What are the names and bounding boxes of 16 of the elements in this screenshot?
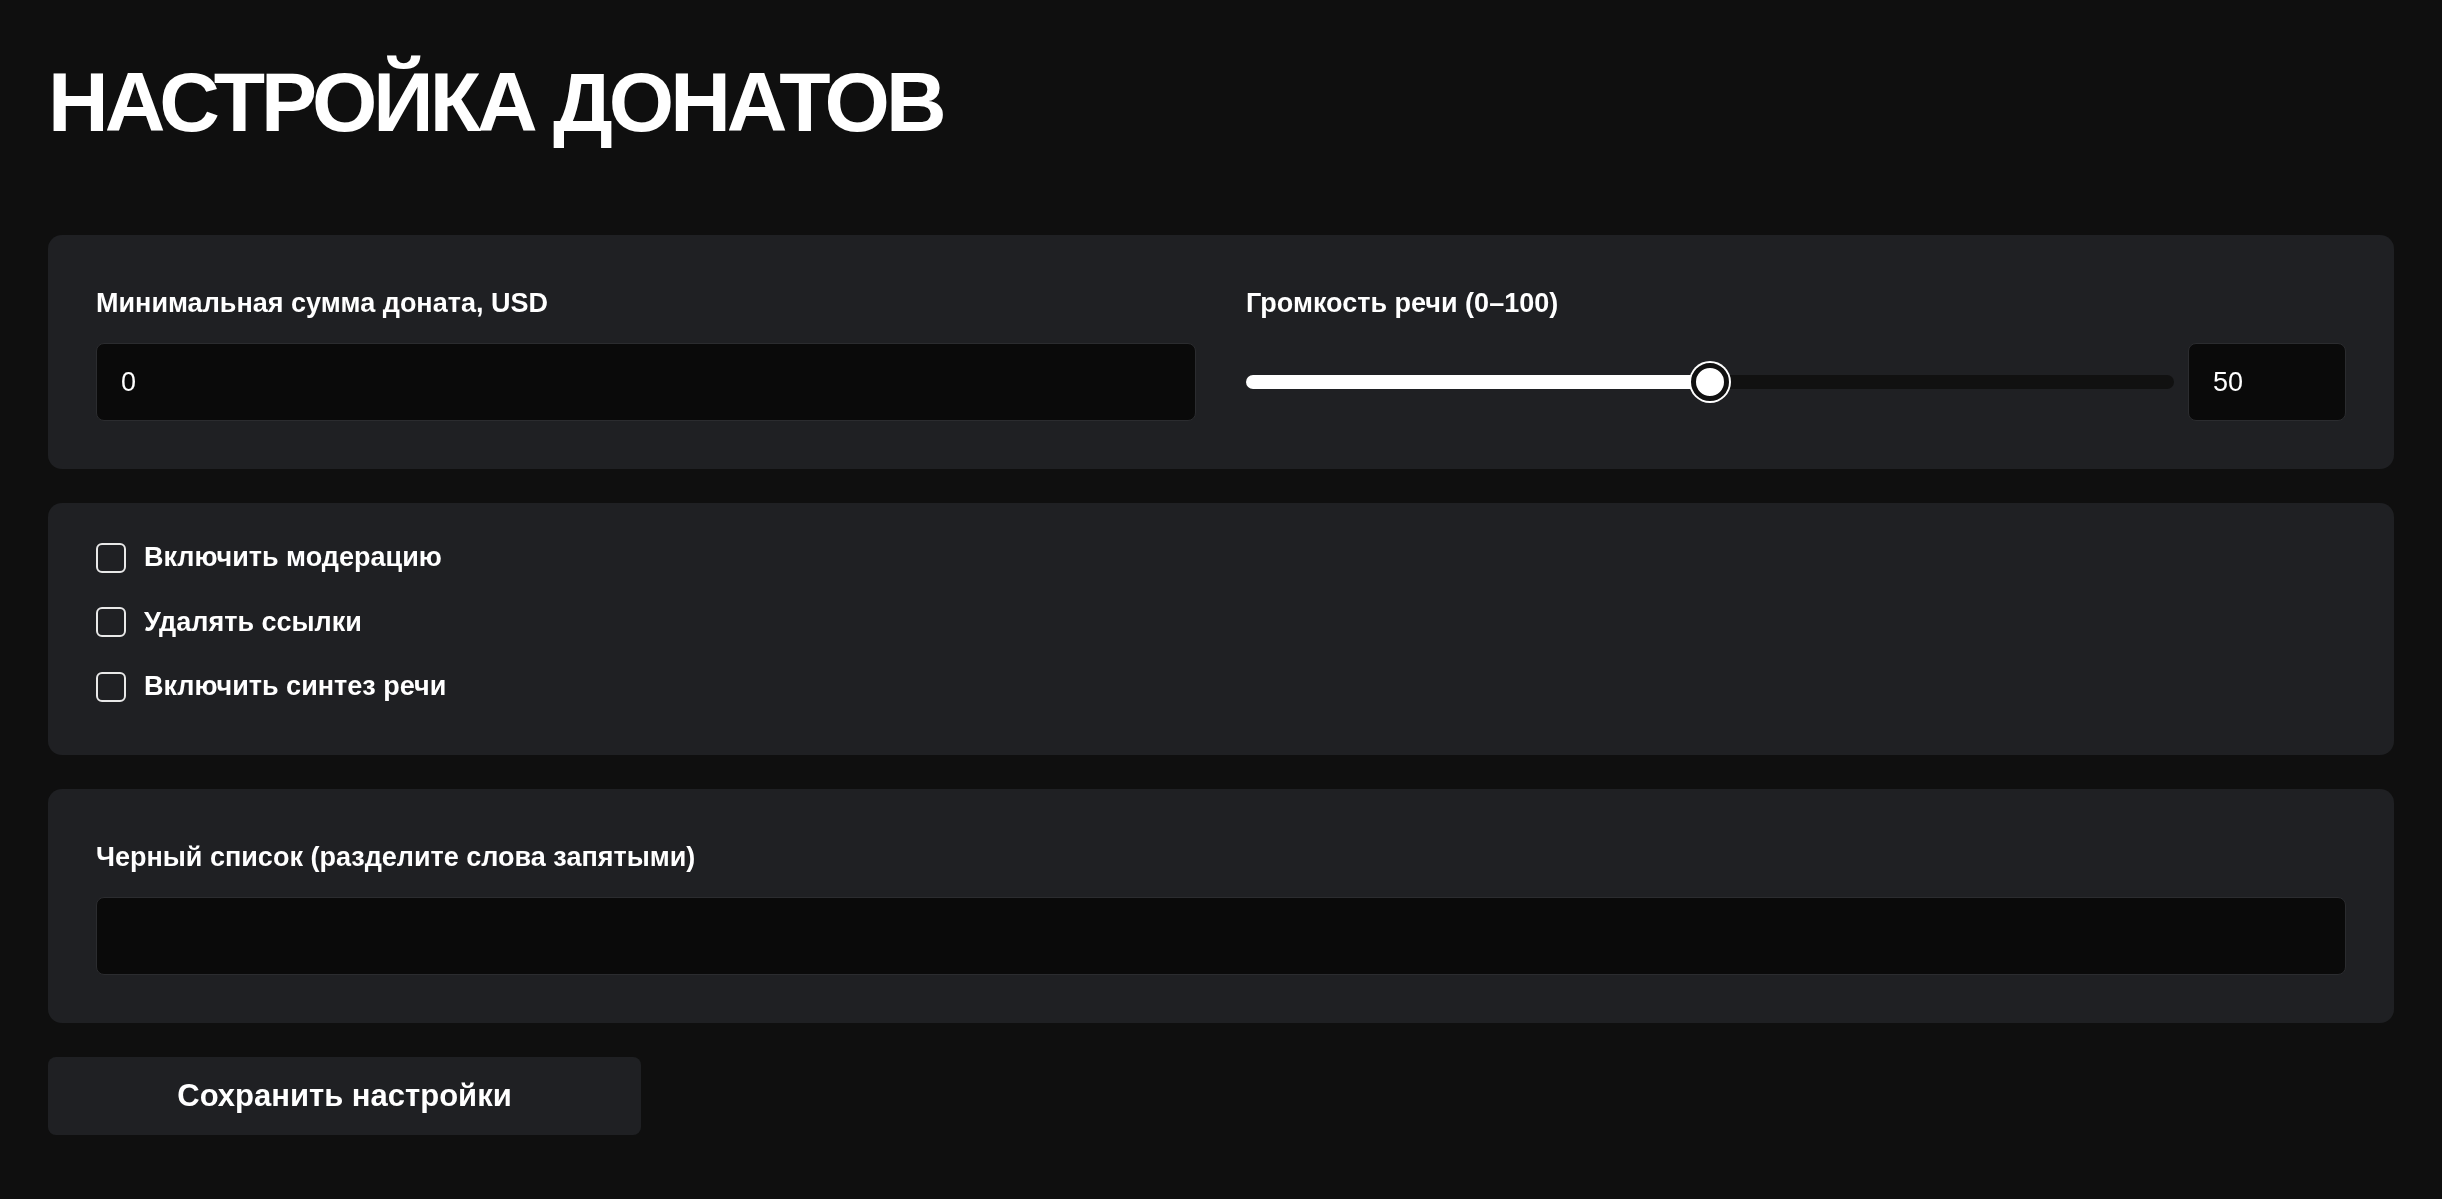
slider-thumb[interactable] [1691,363,1729,402]
field-label: Минимальная сумма доната, USD [96,286,548,320]
field-label: Громкость речи (0–100) [1246,286,1559,320]
volume-field[interactable]: 50 [2188,343,2346,422]
amount-field[interactable]: 0 [96,343,1196,422]
checkbox-label: Включить модерацию [144,541,442,575]
slider-track[interactable] [1246,375,2174,390]
checkbox-label: Удалять ссылки [144,605,362,639]
blacklist-field[interactable] [96,897,2346,976]
field-label: Черный список (разделите слова запятыми) [96,840,696,874]
checkbox[interactable] [96,542,126,573]
save-button[interactable]: Сохранить настройки [48,1057,641,1136]
page-title: НАСТРОЙКА ДОНАТОВ [48,54,944,151]
checkbox-label: Включить синтез речи [144,670,447,704]
checkbox[interactable] [96,607,126,638]
checkbox[interactable] [96,671,126,702]
